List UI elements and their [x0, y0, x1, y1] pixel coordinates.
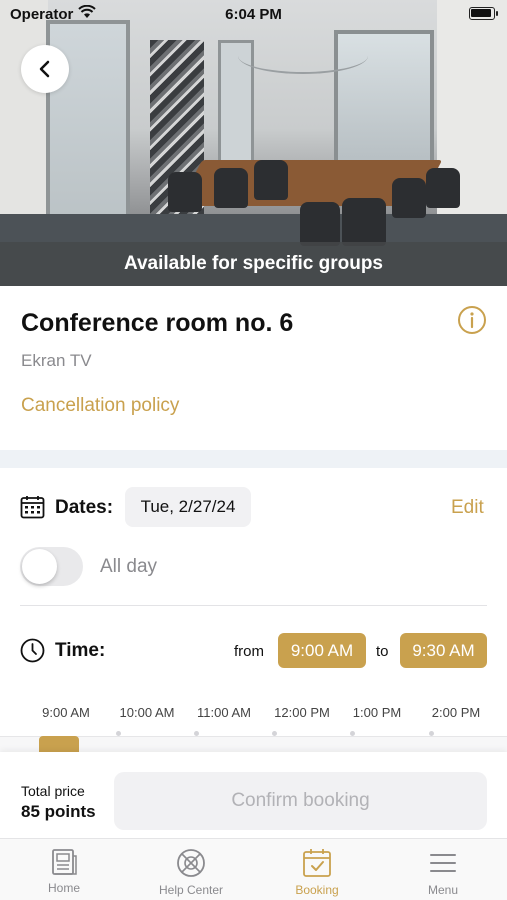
edit-dates-button[interactable]: Edit: [451, 497, 484, 519]
total-price-label: Total price: [21, 783, 85, 799]
timeline-tick: [429, 731, 434, 736]
room-title: Conference room no. 6: [21, 309, 294, 337]
all-day-label: All day: [100, 556, 158, 577]
timeline-label: 2:00 PM: [431, 705, 481, 720]
chevron-left-icon: [39, 60, 50, 78]
start-time-value: 9:00 AM: [290, 640, 354, 660]
all-day-toggle[interactable]: [20, 547, 83, 586]
toggle-knob: [22, 549, 57, 584]
status-bar: Operator 6:04 PM: [0, 0, 507, 28]
status-time: 6:04 PM: [225, 6, 282, 23]
room-subtitle: Ekran TV: [21, 351, 92, 370]
availability-banner: Available for specific groups: [0, 242, 507, 286]
tab-booking[interactable]: Booking: [267, 840, 367, 900]
timeline-tick: [194, 731, 199, 736]
timeline-tick: [116, 731, 121, 736]
tab-label: Menu: [427, 883, 459, 897]
timeline-tick: [350, 731, 355, 736]
divider: [20, 605, 487, 606]
tab-label: Help Center: [158, 883, 224, 897]
tab-home[interactable]: Home: [14, 840, 114, 900]
menu-icon: [430, 854, 456, 872]
cancellation-policy-link[interactable]: Cancellation policy: [21, 395, 179, 417]
help-center-icon: [177, 849, 205, 877]
battery-icon: [469, 7, 498, 20]
timeline-label: 10:00 AM: [119, 705, 175, 720]
tab-label: Booking: [295, 883, 339, 897]
back-button[interactable]: [21, 45, 69, 93]
end-time-value: 9:30 AM: [412, 640, 475, 660]
time-label: Time:: [55, 640, 106, 661]
clock-icon: [20, 638, 45, 663]
dates-label: Dates:: [55, 497, 114, 518]
tab-menu[interactable]: Menu: [393, 840, 493, 900]
start-time-button[interactable]: 9:00 AM: [278, 633, 366, 668]
confirm-booking-button[interactable]: Confirm booking: [114, 772, 487, 830]
tab-help-center[interactable]: Help Center: [141, 840, 241, 900]
home-icon: [52, 849, 77, 875]
booking-calendar-icon: [303, 849, 331, 877]
timeline-label: 1:00 PM: [352, 705, 402, 720]
availability-text: Available for specific groups: [123, 253, 384, 274]
from-label: from: [234, 643, 264, 660]
timeline-label: 11:00 AM: [197, 705, 251, 720]
timeline-tick: [272, 731, 277, 736]
to-label: to: [376, 643, 389, 660]
end-time-button[interactable]: 9:30 AM: [400, 633, 487, 668]
section-divider: [0, 450, 507, 468]
tab-label: Home: [47, 881, 80, 895]
date-value: Tue, 2/27/24: [140, 497, 236, 516]
calendar-icon: [20, 496, 45, 519]
total-price-value: 85 points: [21, 802, 96, 821]
timeline-label: 9:00 AM: [42, 705, 90, 720]
timeline-label: 12:00 PM: [274, 705, 330, 720]
info-icon[interactable]: [457, 305, 487, 335]
date-selector[interactable]: Tue, 2/27/24: [125, 487, 251, 527]
confirm-booking-label: Confirm booking: [231, 790, 370, 811]
